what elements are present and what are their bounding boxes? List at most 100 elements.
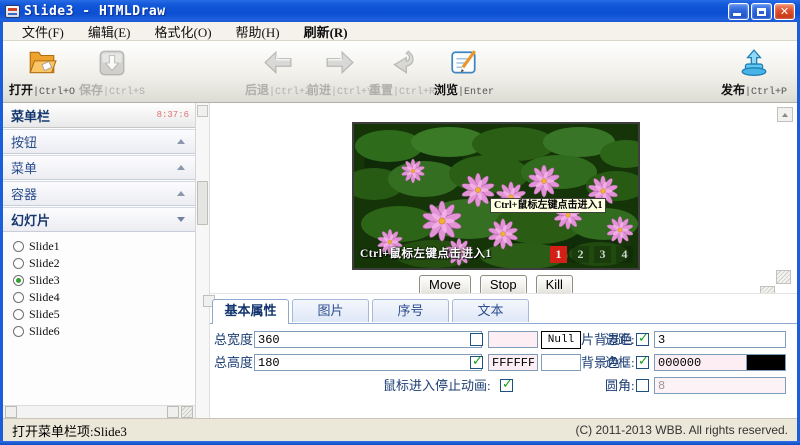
- sidebar-section-slides[interactable]: 幻灯片: [3, 207, 195, 232]
- kill-button[interactable]: Kill: [536, 275, 573, 295]
- stop-on-hover-checkbox[interactable]: [500, 379, 513, 392]
- tab-text[interactable]: 文本: [452, 299, 529, 322]
- section-label: 菜单: [11, 158, 37, 177]
- radius-checkbox[interactable]: [636, 379, 649, 392]
- tab-basic-properties[interactable]: 基本属性: [212, 299, 289, 324]
- titlebar[interactable]: Slide3 - HTMLDraw: [0, 0, 800, 22]
- slide-label: Slide1: [29, 239, 60, 254]
- toolbar-publish-button[interactable]: 发布|Ctrl+P: [725, 48, 783, 98]
- toolbar-back-shortcut: |Ctrl+Z: [269, 87, 311, 98]
- radio-icon[interactable]: [13, 326, 24, 337]
- margin-input[interactable]: [654, 331, 786, 348]
- stop-button[interactable]: Stop: [480, 275, 527, 295]
- stop-on-hover-label: 鼠标进入停止动画:: [383, 377, 491, 394]
- section-label: 幻灯片: [11, 210, 50, 229]
- property-panel: 基本属性 图片 序号 文本 总宽度: 幻灯片背景色 : Null 总高度: 网页…: [210, 293, 797, 418]
- web-bg-swatch[interactable]: [541, 354, 581, 371]
- null-button[interactable]: Null: [541, 331, 581, 349]
- menu-item-edit[interactable]: 编辑(E): [77, 21, 142, 42]
- border-color-swatch[interactable]: [746, 354, 786, 371]
- menu-item-help[interactable]: 帮助(H): [225, 21, 291, 42]
- status-message: 打开菜单栏项:Slide3: [12, 421, 127, 440]
- scrollbar-thumb[interactable]: [197, 181, 208, 225]
- toolbar-back-button[interactable]: 后退|Ctrl+Z: [249, 48, 307, 98]
- slide-radio-item[interactable]: Slide1: [13, 238, 195, 255]
- scroll-up-button[interactable]: [777, 107, 793, 122]
- slide-label: Slide2: [29, 256, 60, 271]
- slide-radio-item[interactable]: Slide5: [13, 306, 195, 323]
- sidebar-scrollbar[interactable]: [196, 103, 210, 418]
- toolbar-forward-button[interactable]: 前进|Ctrl+Y: [311, 48, 369, 98]
- htmldraw-window: Slide3 - HTMLDraw 文件(F) 编辑(E) 格式化(O) 帮助(…: [0, 0, 800, 445]
- slide-radio-item[interactable]: Slide4: [13, 289, 195, 306]
- radio-icon[interactable]: [13, 309, 24, 320]
- slide-bg-checkbox[interactable]: [470, 333, 483, 346]
- close-button[interactable]: [774, 3, 795, 20]
- pager-item-4[interactable]: 4: [616, 246, 633, 263]
- preview-pager: 1 2 3 4: [550, 246, 633, 263]
- resize-grip-icon[interactable]: [776, 270, 791, 284]
- radio-icon[interactable]: [13, 292, 24, 303]
- tab-image[interactable]: 图片: [292, 299, 369, 322]
- minimize-button[interactable]: [728, 3, 749, 20]
- preview-controls: Move Stop Kill: [352, 275, 640, 295]
- menu-item-format[interactable]: 格式化(O): [144, 21, 223, 42]
- toolbar-browse-button[interactable]: 浏览|Enter: [435, 48, 493, 98]
- sidebar-section-containers[interactable]: 容器: [3, 181, 195, 206]
- slide-bg-color-field[interactable]: [488, 331, 538, 348]
- resize-grip-icon[interactable]: [181, 406, 193, 418]
- margin-checkbox[interactable]: [636, 333, 649, 346]
- toolbar-forward-shortcut: |Ctrl+Y: [331, 87, 373, 98]
- total-height-label: 总高度:: [214, 354, 257, 371]
- pager-item-1[interactable]: 1: [550, 246, 567, 263]
- chevron-up-icon: [177, 191, 185, 196]
- menu-item-file[interactable]: 文件(F): [11, 21, 75, 42]
- toolbar-save-label: 保存: [79, 83, 103, 97]
- slide-radio-item[interactable]: Slide6: [13, 323, 195, 340]
- scroll-right-button[interactable]: [167, 406, 179, 418]
- radius-label: 圆角:: [605, 377, 635, 394]
- section-label: 按钮: [11, 132, 37, 151]
- toolbar-reset-button[interactable]: 重置|Ctrl+R: [373, 48, 431, 98]
- slide-radio-item[interactable]: Slide2: [13, 255, 195, 272]
- arrow-reset-icon: [387, 48, 417, 78]
- main-area: Ctrl+鼠标左键点击进入1 Ctrl+鼠标左键点击进入1 1 2 3 4 Mo…: [210, 103, 797, 418]
- copyright-text: (C) 2011-2013 WBB. All rights reserved.: [575, 423, 788, 437]
- web-bg-color-field[interactable]: [488, 354, 538, 371]
- radio-icon[interactable]: [13, 258, 24, 269]
- arrow-left-icon: [263, 48, 293, 78]
- move-button[interactable]: Move: [419, 275, 471, 295]
- radio-icon[interactable]: [13, 241, 24, 252]
- folder-open-icon: [27, 48, 57, 78]
- slide-label: Slide3: [29, 273, 60, 288]
- slide-radio-item[interactable]: Slide3: [13, 272, 195, 289]
- property-tabs: 基本属性 图片 序号 文本: [212, 299, 529, 323]
- scroll-left-button[interactable]: [5, 406, 17, 418]
- web-bg-checkbox[interactable]: [470, 356, 483, 369]
- maximize-icon: [757, 8, 766, 16]
- total-width-input[interactable]: [254, 331, 482, 348]
- margin-label: 边距:: [605, 331, 635, 348]
- border-checkbox[interactable]: [636, 356, 649, 369]
- tab-index[interactable]: 序号: [372, 299, 449, 322]
- maximize-button[interactable]: [751, 3, 772, 20]
- tab-strip-divider: [210, 323, 797, 324]
- border-color-field[interactable]: [654, 354, 747, 371]
- scroll-up-button[interactable]: [197, 105, 208, 117]
- pager-item-3[interactable]: 3: [594, 246, 611, 263]
- sidebar-timer-text: 8:37:6: [157, 110, 189, 120]
- sidebar-horizontal-scrollbar[interactable]: [3, 405, 195, 418]
- menu-item-refresh[interactable]: 刷新(R): [293, 21, 359, 42]
- save-icon: [97, 48, 127, 78]
- radius-input[interactable]: [654, 377, 786, 394]
- toolbar-open-button[interactable]: 打开|Ctrl+O: [13, 48, 71, 98]
- sidebar-section-buttons[interactable]: 按钮: [3, 129, 195, 154]
- total-height-input[interactable]: [254, 354, 482, 371]
- slide-list: Slide1 Slide2 Slide3 Slide4 Slide5 Slide…: [3, 232, 195, 340]
- pager-item-2[interactable]: 2: [572, 246, 589, 263]
- slideshow-preview[interactable]: Ctrl+鼠标左键点击进入1 Ctrl+鼠标左键点击进入1 1 2 3 4: [352, 122, 640, 270]
- radio-icon[interactable]: [13, 275, 24, 286]
- toolbar-publish-shortcut: |Ctrl+P: [745, 87, 787, 98]
- toolbar-save-button[interactable]: 保存|Ctrl+S: [83, 48, 141, 98]
- sidebar-section-menus[interactable]: 菜单: [3, 155, 195, 180]
